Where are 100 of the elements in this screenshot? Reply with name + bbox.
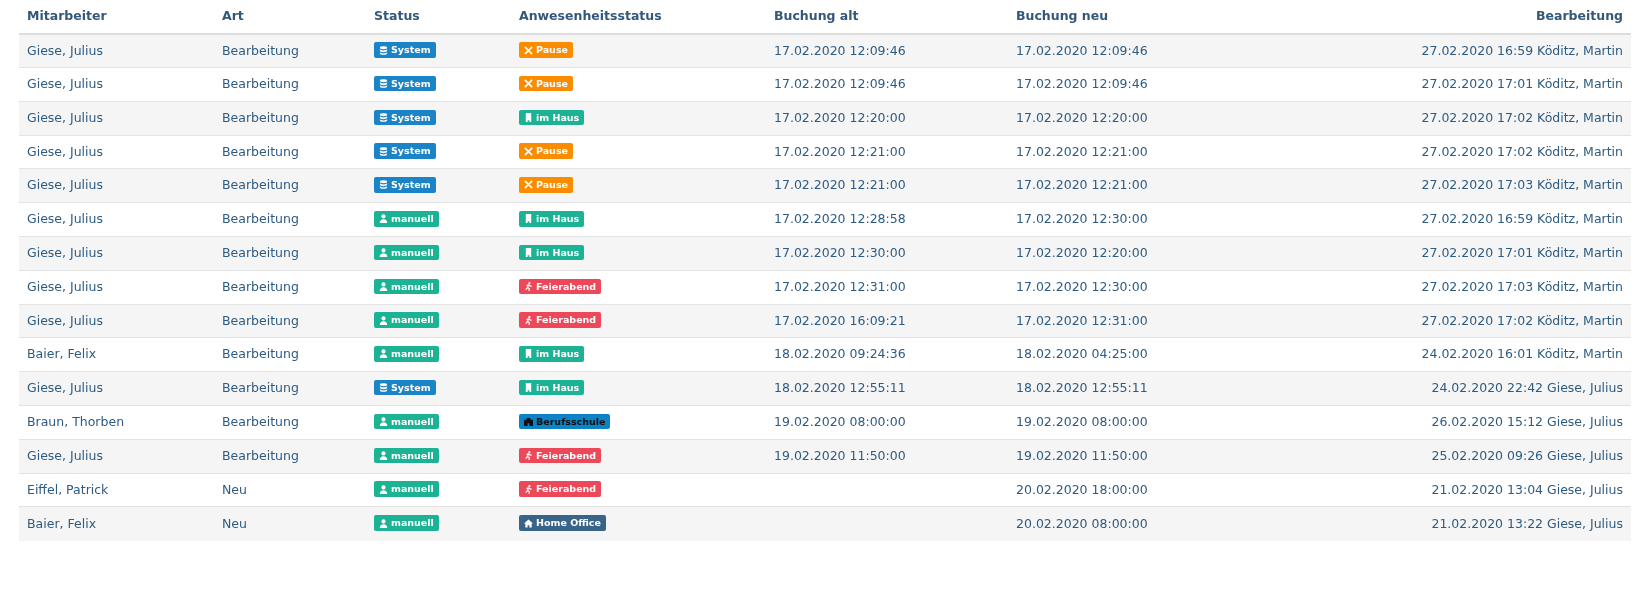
- table-cell: Giese, Julius: [27, 143, 103, 159]
- column-header: Buchung neu: [1008, 2, 1308, 34]
- table-cell: 21.02.2020 13:22 Giese, Julius: [1431, 515, 1623, 531]
- table-cell: 17.02.2020 12:09:46: [1016, 76, 1148, 92]
- table-cell: 17.02.2020 12:21:00: [1016, 177, 1148, 193]
- table-cell: Bearbeitung: [222, 76, 299, 92]
- status-tag: manuell: [374, 211, 439, 227]
- status-tag: Berufsschule: [519, 413, 611, 430]
- status-tag: im Haus: [519, 211, 585, 227]
- table-cell: Neu: [222, 515, 247, 531]
- table-cell: 17.02.2020 12:20:00: [1016, 245, 1148, 261]
- status-tag: Feierabend: [519, 447, 602, 464]
- table-cell: Giese, Julius: [27, 380, 103, 396]
- status-tag: System: [374, 109, 436, 126]
- table-cell: 17.02.2020 12:31:00: [774, 278, 906, 294]
- table-cell: Giese, Julius: [27, 109, 103, 125]
- table-cell: 27.02.2020 16:59 Köditz, Martin: [1421, 42, 1623, 58]
- status-tag: manuell: [374, 312, 439, 328]
- column-header: Status: [366, 2, 511, 34]
- column-header: Art: [214, 2, 366, 34]
- table-cell: Giese, Julius: [27, 278, 103, 294]
- table-cell: 19.02.2020 08:00:00: [1016, 414, 1148, 430]
- table-cell: Neu: [222, 481, 247, 497]
- table-cell: Bearbeitung: [222, 177, 299, 193]
- table-cell: 27.02.2020 17:01 Köditz, Martin: [1421, 245, 1623, 261]
- status-tag: System: [374, 177, 436, 193]
- column-header: Bearbeitung: [1308, 2, 1631, 34]
- status-tag: Pause: [519, 177, 573, 193]
- table-cell: Bearbeitung: [222, 312, 299, 328]
- table-cell: 17.02.2020 12:31:00: [1016, 312, 1148, 328]
- table-cell: Giese, Julius: [27, 42, 103, 58]
- status-tag: manuell: [374, 515, 439, 531]
- column-header: Buchung alt: [766, 2, 1008, 34]
- table-cell: Giese, Julius: [27, 211, 103, 227]
- table-cell: 18.02.2020 12:55:11: [774, 380, 906, 396]
- table-cell: 17.02.2020 12:30:00: [774, 245, 906, 261]
- table-cell: Bearbeitung: [222, 211, 299, 227]
- status-tag: manuell: [374, 244, 439, 261]
- table-cell: 18.02.2020 12:55:11: [1016, 380, 1148, 396]
- user-icon: [379, 484, 388, 494]
- table-cell: 17.02.2020 12:30:00: [1016, 211, 1148, 227]
- table-cell: Bearbeitung: [222, 380, 299, 396]
- table-cell: 17.02.2020 12:28:58: [774, 211, 906, 227]
- status-tag: Feierabend: [519, 481, 602, 497]
- status-tag: manuell: [374, 278, 439, 295]
- user-icon: [379, 417, 388, 427]
- table-cell: 17.02.2020 12:21:00: [774, 177, 906, 193]
- table-cell: 17.02.2020 12:09:46: [1016, 42, 1148, 58]
- status-tag: Home Office: [519, 515, 606, 531]
- table-cell: Baier, Felix: [27, 515, 97, 531]
- database-icon: [379, 79, 388, 89]
- status-tag: manuell: [374, 447, 439, 464]
- status-tag: im Haus: [519, 380, 585, 396]
- table-cell: 17.02.2020 12:30:00: [1016, 278, 1148, 294]
- table-cell: Giese, Julius: [27, 177, 103, 193]
- database-icon: [379, 45, 388, 55]
- table-cell: 17.02.2020 12:09:46: [774, 76, 906, 92]
- status-tag: im Haus: [519, 244, 585, 261]
- table-cell: 19.02.2020 11:50:00: [774, 447, 906, 463]
- table-cell: 17.02.2020 12:20:00: [1016, 109, 1148, 125]
- house-icon: [524, 518, 533, 528]
- table-cell: Bearbeitung: [222, 278, 299, 294]
- status-tag: System: [374, 75, 436, 92]
- column-header: Anwesenheitsstatus: [511, 2, 766, 34]
- table-cell: 24.02.2020 16:01 Köditz, Martin: [1421, 346, 1623, 362]
- school-building-icon: [524, 417, 533, 427]
- user-icon: [379, 214, 388, 224]
- status-tag: System: [374, 380, 436, 396]
- table-cell: Giese, Julius: [27, 447, 103, 463]
- table-cell: Bearbeitung: [222, 143, 299, 159]
- table-cell: Bearbeitung: [222, 42, 299, 58]
- user-icon: [379, 281, 388, 291]
- table-cell: 27.02.2020 17:02 Köditz, Martin: [1421, 312, 1623, 328]
- table-cell: Bearbeitung: [222, 109, 299, 125]
- table-cell: 27.02.2020 16:59 Köditz, Martin: [1421, 211, 1623, 227]
- table-cell: 27.02.2020 17:03 Köditz, Martin: [1421, 278, 1623, 294]
- table-cell: 19.02.2020 11:50:00: [1016, 447, 1148, 463]
- table-cell: 18.02.2020 04:25:00: [1016, 346, 1148, 362]
- status-tag: Pause: [519, 75, 573, 92]
- status-tag: Pause: [519, 42, 573, 58]
- table-cell: 20.02.2020 18:00:00: [1016, 481, 1148, 497]
- table-cell: 17.02.2020 12:21:00: [774, 143, 906, 159]
- table-cell: Bearbeitung: [222, 245, 299, 261]
- table-cell: Giese, Julius: [27, 76, 103, 92]
- table-cell: Bearbeitung: [222, 414, 299, 430]
- table-cell: 19.02.2020 08:00:00: [774, 414, 906, 430]
- running-person-icon: [524, 484, 533, 494]
- status-tag: manuell: [374, 413, 439, 430]
- table-cell: 27.02.2020 17:03 Köditz, Martin: [1421, 177, 1623, 193]
- table-cell: 26.02.2020 15:12 Giese, Julius: [1431, 414, 1623, 430]
- status-tag: System: [374, 42, 436, 58]
- table-cell: Eiffel, Patrick: [27, 481, 109, 497]
- status-tag: im Haus: [519, 109, 585, 126]
- status-tag: im Haus: [519, 346, 585, 362]
- table-cell: 20.02.2020 08:00:00: [1016, 515, 1148, 531]
- status-tag: System: [374, 143, 436, 159]
- database-icon: [379, 180, 388, 190]
- table-cell: 18.02.2020 09:24:36: [774, 346, 906, 362]
- table-cell: 21.02.2020 13:04 Giese, Julius: [1431, 481, 1623, 497]
- table-cell: 17.02.2020 12:21:00: [1016, 143, 1148, 159]
